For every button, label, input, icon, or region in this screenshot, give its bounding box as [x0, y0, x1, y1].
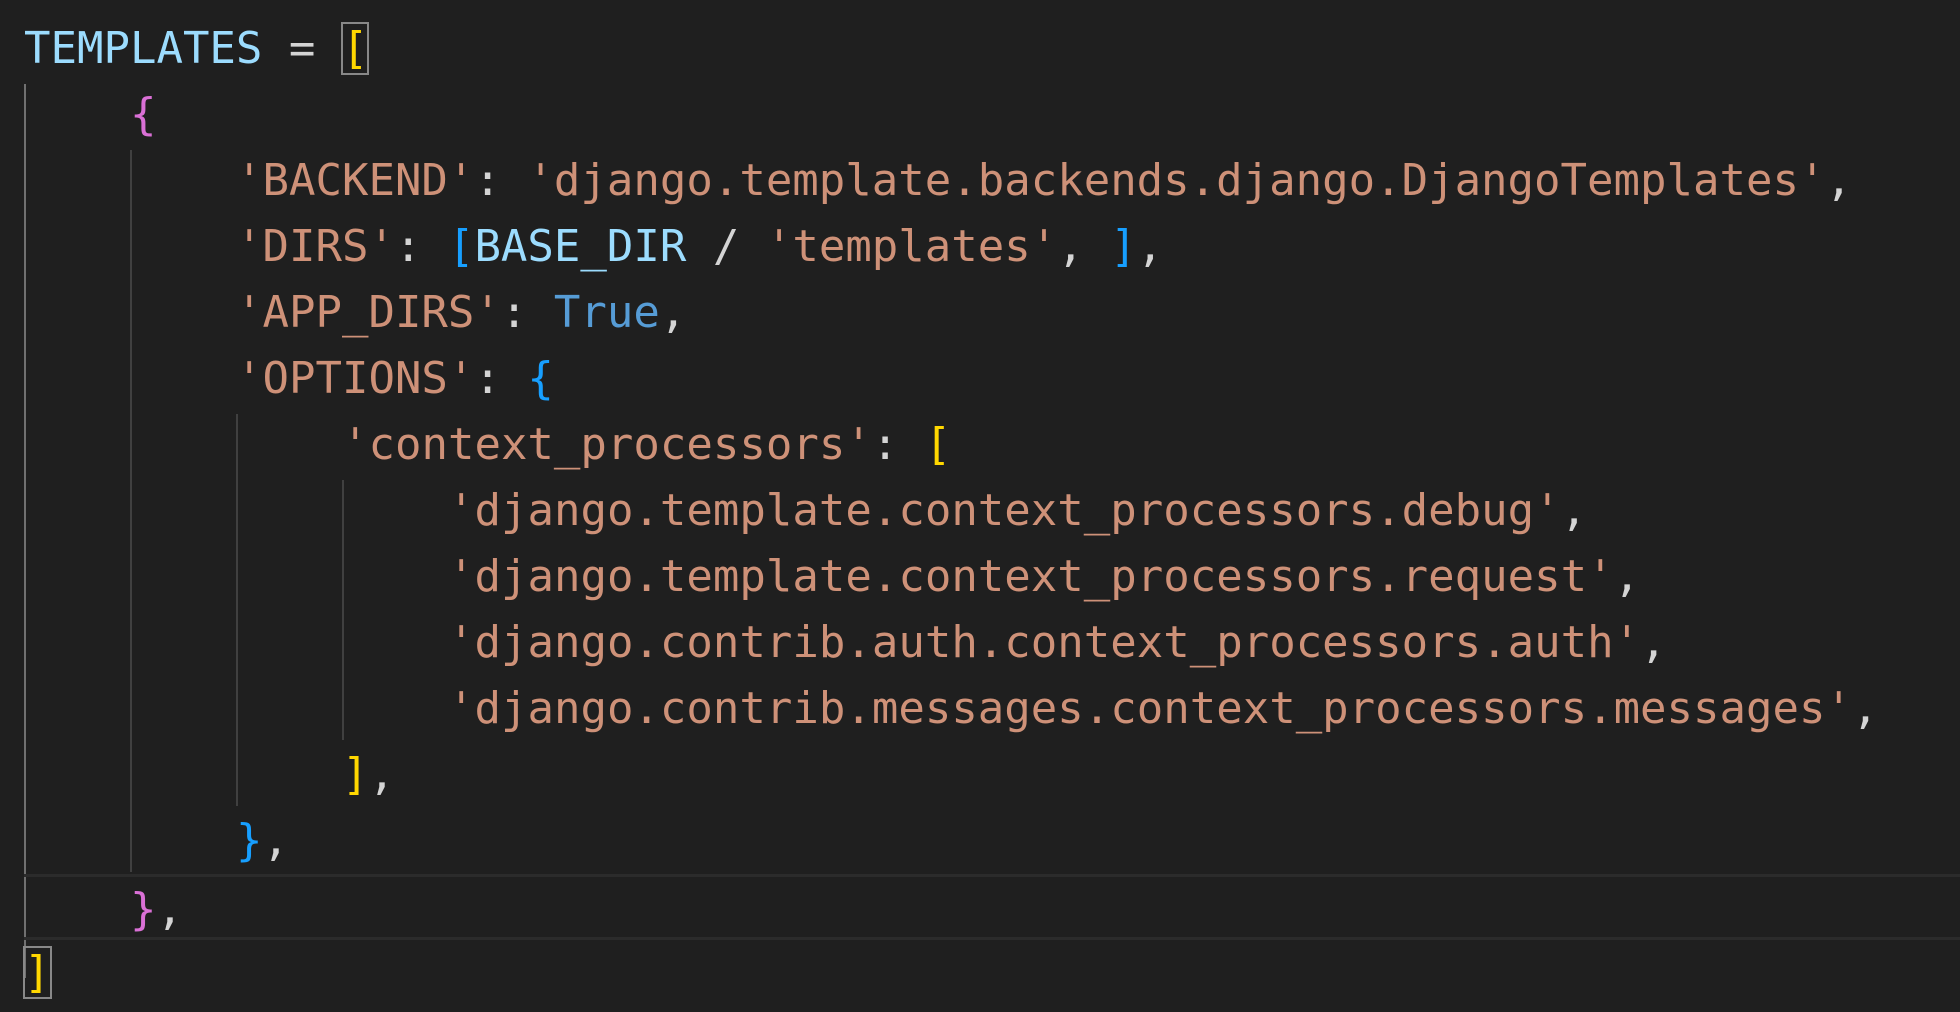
- colon: :: [500, 287, 554, 338]
- comma: ,: [659, 287, 687, 338]
- true-keyword: True: [553, 287, 660, 338]
- code-line-11[interactable]: 'django.contrib.messages.context_process…: [448, 676, 1878, 742]
- comma: ,: [1136, 221, 1164, 272]
- processor-auth: 'django.contrib.auth.context_processors.…: [448, 617, 1641, 668]
- code-line-12[interactable]: ],: [342, 742, 395, 808]
- code-editor[interactable]: TEMPLATES = [ { 'BACKEND': 'django.templ…: [0, 0, 1960, 1012]
- code-line-14-current[interactable]: },: [24, 874, 1960, 940]
- backend-key: 'BACKEND': [236, 155, 475, 206]
- comma: ,: [368, 749, 396, 800]
- comma: ,: [1613, 551, 1641, 602]
- templates-variable: TEMPLATES: [24, 23, 263, 74]
- code-line-3[interactable]: 'BACKEND': 'django.template.backends.dja…: [236, 148, 1852, 214]
- backend-value: 'django.template.backends.django.DjangoT…: [527, 155, 1826, 206]
- comma: ,: [1560, 485, 1588, 536]
- code-line-2[interactable]: {: [130, 82, 157, 148]
- indent-guide: [130, 150, 132, 872]
- indent-guide: [24, 84, 26, 978]
- dirs-open-bracket: [: [447, 221, 475, 272]
- code-line-15[interactable]: ]: [23, 940, 52, 1006]
- base-dir-variable: BASE_DIR: [474, 221, 687, 272]
- context-processors-key: 'context_processors': [342, 419, 872, 470]
- colon: :: [871, 419, 925, 470]
- path-operator: /: [686, 221, 766, 272]
- options-key: 'OPTIONS': [236, 353, 475, 404]
- processor-messages: 'django.contrib.messages.context_process…: [448, 683, 1852, 734]
- dirs-close-bracket: ]: [1110, 221, 1137, 272]
- list-open-bracket: [: [340, 22, 370, 75]
- code-line-5[interactable]: 'APP_DIRS': True,: [236, 280, 686, 346]
- comma: ,: [1640, 617, 1667, 668]
- colon: :: [474, 353, 528, 404]
- processor-debug: 'django.template.context_processors.debu…: [448, 485, 1561, 536]
- processors-open-bracket: [: [924, 419, 952, 470]
- comma: ,: [1825, 155, 1852, 206]
- colon: :: [474, 155, 528, 206]
- indent-guide: [342, 480, 344, 740]
- dict-close-brace: }: [130, 884, 157, 935]
- code-line-6[interactable]: 'OPTIONS': {: [236, 346, 554, 412]
- code-line-13[interactable]: },: [236, 808, 289, 874]
- comma: ,: [1057, 221, 1111, 272]
- comma: ,: [1851, 683, 1879, 734]
- options-close-brace: }: [236, 815, 263, 866]
- indent-guide: [236, 414, 238, 806]
- comma: ,: [262, 815, 290, 866]
- code-line-1[interactable]: TEMPLATES = [: [24, 16, 370, 82]
- app-dirs-key: 'APP_DIRS': [236, 287, 501, 338]
- comma: ,: [156, 884, 184, 935]
- list-close-bracket: ]: [23, 946, 52, 999]
- assign-operator: =: [262, 23, 342, 74]
- colon: :: [394, 221, 448, 272]
- processor-request: 'django.template.context_processors.requ…: [448, 551, 1614, 602]
- code-line-8[interactable]: 'django.template.context_processors.debu…: [448, 478, 1587, 544]
- code-line-7[interactable]: 'context_processors': [: [342, 412, 951, 478]
- code-line-10[interactable]: 'django.contrib.auth.context_processors.…: [448, 610, 1667, 676]
- code-line-9[interactable]: 'django.template.context_processors.requ…: [448, 544, 1640, 610]
- options-open-brace: {: [527, 353, 554, 404]
- code-line-4[interactable]: 'DIRS': [BASE_DIR / 'templates', ],: [236, 214, 1163, 280]
- dict-open-brace: {: [130, 89, 157, 140]
- processors-close-bracket: ]: [342, 749, 369, 800]
- templates-string: 'templates': [765, 221, 1058, 272]
- dirs-key: 'DIRS': [236, 221, 395, 272]
